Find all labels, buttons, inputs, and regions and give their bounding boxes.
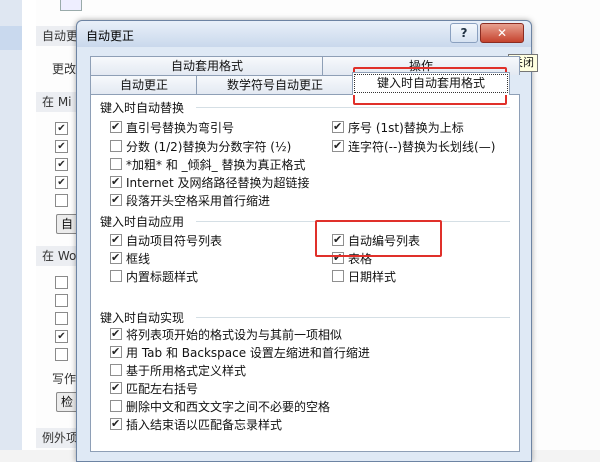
checkbox-delete-spaces[interactable] xyxy=(110,400,122,412)
checkbox-date-styles[interactable] xyxy=(332,270,344,282)
option-label: 内置标题样式 xyxy=(126,270,199,284)
checkbox-match-parens[interactable] xyxy=(110,381,122,394)
option-label: 分数 (1/2)替换为分数字符 (½) xyxy=(126,140,292,154)
group-title-apply: 键入时自动应用 xyxy=(100,215,185,229)
close-button[interactable]: ✕ xyxy=(480,23,524,43)
option-label: 插入结束语以匹配备忘录样式 xyxy=(126,418,283,432)
option-label: 基于所用格式定义样式 xyxy=(126,364,247,378)
checkbox-first-line-indent[interactable] xyxy=(110,193,122,206)
option-label: 直引号替换为弯引号 xyxy=(126,121,235,135)
tab-autoformat[interactable]: 自动套用格式 xyxy=(90,56,324,75)
checkbox-heading-styles[interactable] xyxy=(110,270,122,282)
bg-checkbox[interactable]: ✔ xyxy=(55,140,68,153)
dialog-titlebar[interactable]: 自动更正 ? ✕ xyxy=(77,21,531,47)
checkbox-list-format[interactable] xyxy=(110,327,122,340)
option-label: Internet 及网络路径替换为超链接 xyxy=(126,176,310,190)
option-label: 日期样式 xyxy=(348,270,397,284)
checkbox-define-styles[interactable] xyxy=(110,364,122,376)
checkbox-auto-bullets[interactable] xyxy=(110,233,122,246)
option-label: 框线 xyxy=(126,252,151,266)
option-label: 将列表项开始的格式设为与其前一项相似 xyxy=(126,328,343,342)
bg-check-button[interactable]: 检 xyxy=(56,392,79,412)
option-label: 连字符(--)替换为长划线(—) xyxy=(348,140,496,154)
group-divider xyxy=(196,317,510,318)
option-label: 用 Tab 和 Backspace 设置左缩进和首行缩进 xyxy=(126,346,370,360)
bg-checkbox[interactable]: ✔ xyxy=(55,122,68,135)
dialog-title: 自动更正 xyxy=(86,29,135,43)
tab-autoformat-as-you-type[interactable]: 键入时自动套用格式 xyxy=(352,72,510,95)
bg-checkbox[interactable] xyxy=(55,348,68,361)
option-label: 自动项目符号列表 xyxy=(126,234,223,248)
checkbox-hyperlinks[interactable] xyxy=(110,175,122,188)
checkbox-fractions[interactable] xyxy=(110,140,122,152)
option-label: 删除中文和西文文字之间不必要的空格 xyxy=(126,400,331,414)
checkbox-borders[interactable] xyxy=(110,251,122,264)
highlight-box-auto-numbering xyxy=(315,220,442,257)
options-nav-pane xyxy=(0,0,22,450)
bg-checkbox[interactable] xyxy=(55,194,68,207)
option-label: 段落开头空格采用首行缩进 xyxy=(126,194,271,208)
bg-checkbox[interactable] xyxy=(55,294,68,307)
checkbox-smart-quotes[interactable] xyxy=(110,120,122,133)
checkbox-tab-backspace[interactable] xyxy=(110,345,122,358)
bg-checkbox[interactable] xyxy=(55,312,68,325)
tab-math-autocorrect[interactable]: 数学符号自动更正 xyxy=(196,75,354,94)
bg-autocorrect-button[interactable]: 自 xyxy=(56,214,79,234)
group-divider xyxy=(196,107,510,108)
group-title-implement: 键入时自动实现 xyxy=(100,311,185,325)
help-button[interactable]: ? xyxy=(450,23,478,43)
bg-checkbox[interactable] xyxy=(55,276,68,289)
group-title-replace: 键入时自动替换 xyxy=(100,101,185,115)
checkbox-hyphens[interactable] xyxy=(332,139,344,152)
bg-checkbox[interactable]: ✔ xyxy=(55,158,68,171)
option-label: 序号 (1st)替换为上标 xyxy=(348,121,464,135)
bg-checkbox[interactable]: ✔ xyxy=(55,176,68,189)
document-icon xyxy=(60,0,82,11)
option-label: *加粗* 和 _倾斜_ 替换为真正格式 xyxy=(126,158,306,172)
checkbox-bold-italic[interactable] xyxy=(110,158,122,170)
tab-autocorrect[interactable]: 自动更正 xyxy=(90,75,198,94)
checkbox-memo-style[interactable] xyxy=(110,417,122,430)
option-label: 匹配左右括号 xyxy=(126,382,199,396)
options-nav-selected[interactable] xyxy=(0,26,22,50)
checkbox-ordinals[interactable] xyxy=(332,120,344,133)
bg-checkbox[interactable]: ✔ xyxy=(55,330,68,343)
